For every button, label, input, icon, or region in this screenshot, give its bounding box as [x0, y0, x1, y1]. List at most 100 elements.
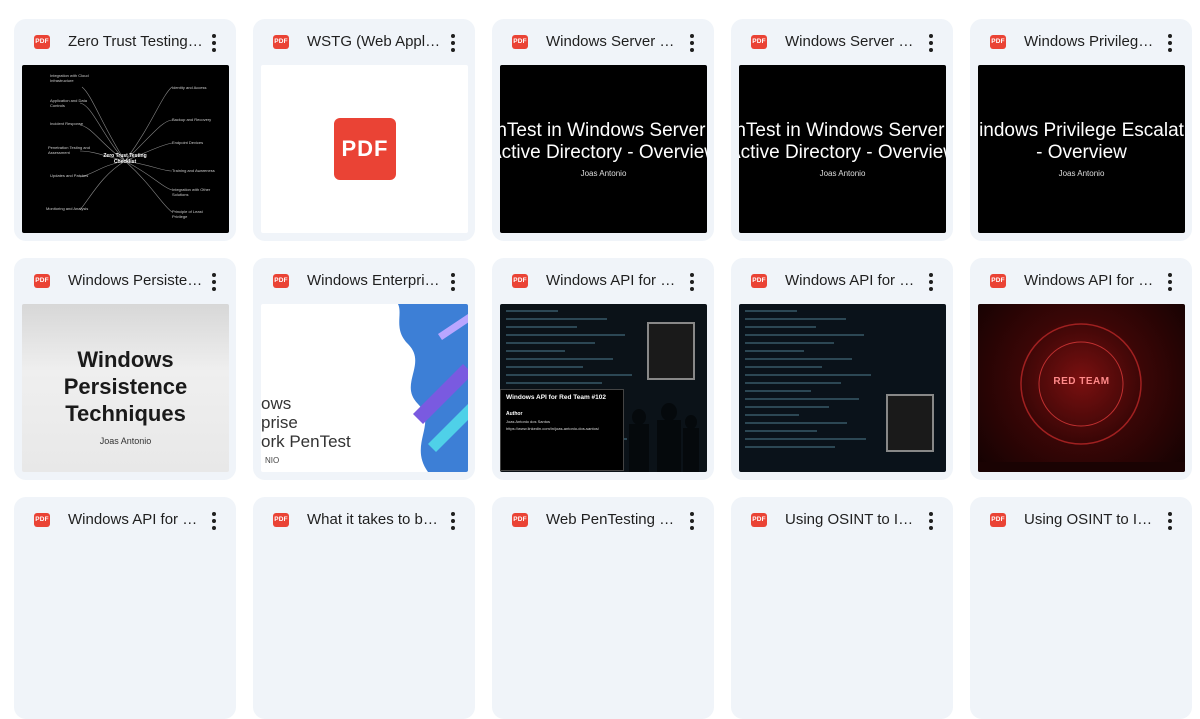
file-card-header: PDF WSTG (Web Application Security Testin… — [253, 19, 475, 65]
pdf-file-icon: PDF — [751, 35, 767, 49]
slide-title: indows Privilege Escalat — [979, 120, 1184, 141]
slide-author: Joas Antonio — [99, 436, 152, 446]
more-options-icon[interactable] — [441, 270, 465, 294]
file-card[interactable]: PDF Using OSINT to Investigate — [731, 497, 953, 719]
file-thumbnail[interactable]: enTest in Windows Server aActive Directo… — [500, 65, 707, 233]
logo-icon — [647, 322, 695, 380]
file-thumbnail[interactable]: ows prise ork PenTest NIO — [261, 304, 468, 472]
file-card[interactable]: PDF Windows Persistence Techniques Windows… — [14, 258, 236, 480]
slide-title: Windows Persistence Techniques — [63, 347, 188, 426]
slide-title: RED TEAM — [1053, 376, 1110, 387]
code-background — [745, 310, 876, 454]
file-card-header: PDF Zero Trust Testing Checklist — [14, 19, 236, 65]
pdf-file-icon: PDF — [273, 513, 289, 527]
redteam-emblem — [978, 323, 1185, 472]
pdf-file-icon: PDF — [34, 274, 50, 288]
more-options-icon[interactable] — [919, 509, 943, 533]
file-thumbnail[interactable]: Integration with Cloud Infrastructure App… — [22, 65, 229, 233]
mindmap-node: Updates and Patches — [50, 173, 89, 178]
mindmap-center: Zero Trust Testing Checklist — [103, 153, 147, 165]
pdf-file-icon: PDF — [273, 35, 289, 49]
file-card[interactable]: PDF Windows API for Red Team RED TEAM — [970, 258, 1192, 480]
file-card-header: PDF What it takes to be a Red Teamer — [253, 497, 475, 543]
file-thumbnail[interactable]: enTest in Windows Server aActive Directo… — [739, 65, 946, 233]
file-title: What it takes to be a Red Teamer — [307, 511, 443, 528]
file-thumbnail[interactable]: indows Privilege Escalat - Overview Joas A… — [978, 65, 1185, 233]
more-options-icon[interactable] — [1158, 509, 1182, 533]
pdf-file-icon: PDF — [512, 274, 528, 288]
pdf-file-icon: PDF — [34, 35, 50, 49]
file-card-header: PDF Windows API for Red Team — [970, 258, 1192, 304]
slide-caption: Windows API for Red Team #102 Author Joas … — [500, 389, 624, 471]
file-card[interactable]: PDF Windows API for Red Team — [14, 497, 236, 719]
file-thumbnail[interactable]: Windows Persistence Techniques Joas Antonio — [22, 304, 229, 472]
file-card[interactable]: PDF Windows API for Red Team — [731, 258, 953, 480]
more-options-icon[interactable] — [441, 509, 465, 533]
file-card[interactable]: PDF What it takes to be a Red Teamer — [253, 497, 475, 719]
file-title: Windows Server and Active Directory — [546, 33, 682, 50]
more-options-icon[interactable] — [680, 509, 704, 533]
file-thumbnail[interactable]: PDF — [261, 65, 468, 233]
file-card[interactable]: PDF Windows Server and Active Directory en… — [492, 19, 714, 241]
more-options-icon[interactable] — [680, 31, 704, 55]
file-card[interactable]: PDF Windows Server and Active Directory en… — [731, 19, 953, 241]
file-card-header: PDF Windows Persistence Techniques — [14, 258, 236, 304]
pdf-file-icon: PDF — [990, 35, 1006, 49]
more-options-icon[interactable] — [202, 31, 226, 55]
more-options-icon[interactable] — [202, 509, 226, 533]
mindmap-node: Principle of Least Privilege — [172, 209, 203, 219]
file-card[interactable]: PDF Windows API for Red Team #102 Windows … — [492, 258, 714, 480]
file-thumbnail[interactable]: Windows API for Red Team #102 Author Joas … — [500, 304, 707, 472]
more-options-icon[interactable] — [1158, 270, 1182, 294]
file-title: Windows Enterprise Network PenTest — [307, 272, 443, 289]
mindmap-node: Integration with Cloud Infrastructure — [50, 73, 89, 83]
file-title: Windows Persistence Techniques — [68, 272, 204, 289]
pdf-file-icon: PDF — [512, 35, 528, 49]
file-card-header: PDF Windows API for Red Team — [14, 497, 236, 543]
more-options-icon[interactable] — [1158, 31, 1182, 55]
file-card[interactable]: PDFZero Trust Testing ChecklistIntegrati… — [14, 19, 236, 241]
file-card[interactable]: PDF Using OSINT to Investigate — [970, 497, 1192, 719]
file-card[interactable]: PDF Windows Privilege Escalation indows Pr… — [970, 19, 1192, 241]
pdf-file-icon: PDF — [34, 513, 50, 527]
file-title: Windows API for Red Team — [68, 511, 204, 528]
file-card-header: PDF Windows Enterprise Network PenTest — [253, 258, 475, 304]
pdf-file-icon: PDF — [751, 274, 767, 288]
pdf-file-icon: PDF — [273, 274, 289, 288]
file-title: Using OSINT to Investigate — [785, 511, 921, 528]
mindmap-node: Identity and Access — [172, 85, 207, 90]
slide-title: Active Directory - Overview — [500, 142, 707, 163]
mindmap-node: Integration with Other Solutions — [172, 187, 211, 197]
file-thumbnail[interactable] — [739, 304, 946, 472]
file-card[interactable]: PDF Web PenTesting Guide — [492, 497, 714, 719]
mindmap-node: Incident Response — [50, 121, 84, 126]
silhouettes-image — [629, 403, 699, 472]
file-grid: PDFZero Trust Testing ChecklistIntegrati… — [0, 0, 1200, 719]
more-options-icon[interactable] — [680, 270, 704, 294]
file-card[interactable]: PDF Windows Enterprise Network PenTest ows… — [253, 258, 475, 480]
more-options-icon[interactable] — [919, 31, 943, 55]
pdf-file-icon: PDF — [512, 513, 528, 527]
mindmap-node: Application and Data Controls — [50, 98, 87, 108]
file-title: Windows API for Red Team #102 — [546, 272, 682, 289]
more-options-icon[interactable] — [441, 31, 465, 55]
file-card-header: PDF Web PenTesting Guide — [492, 497, 714, 543]
mindmap-node: Backup and Recovery — [172, 117, 212, 122]
file-title: Windows API for Red Team — [1024, 272, 1160, 289]
pdf-file-icon: PDF — [751, 513, 767, 527]
file-title: Windows API for Red Team — [785, 272, 921, 289]
file-thumbnail[interactable]: RED TEAM — [978, 304, 1185, 472]
file-card-header: PDF Windows API for Red Team #102 — [492, 258, 714, 304]
pdf-placeholder-icon: PDF — [334, 118, 396, 180]
more-options-icon[interactable] — [919, 270, 943, 294]
file-title: Windows Privilege Escalation — [1024, 33, 1160, 50]
slide-title: ows prise ork PenTest — [261, 394, 351, 451]
slide-author: Joas Antonio — [1058, 169, 1105, 178]
slide-title: enTest in Windows Server a — [739, 120, 946, 141]
file-card-header: PDF Windows API for Red Team — [731, 258, 953, 304]
file-card-header: PDF Windows Server and Active Directory — [492, 19, 714, 65]
more-options-icon[interactable] — [202, 270, 226, 294]
file-card[interactable]: PDF WSTG (Web Application Security Testin… — [253, 19, 475, 241]
pdf-file-icon: PDF — [990, 274, 1006, 288]
mindmap-node: Endpoint Devices — [172, 140, 204, 145]
